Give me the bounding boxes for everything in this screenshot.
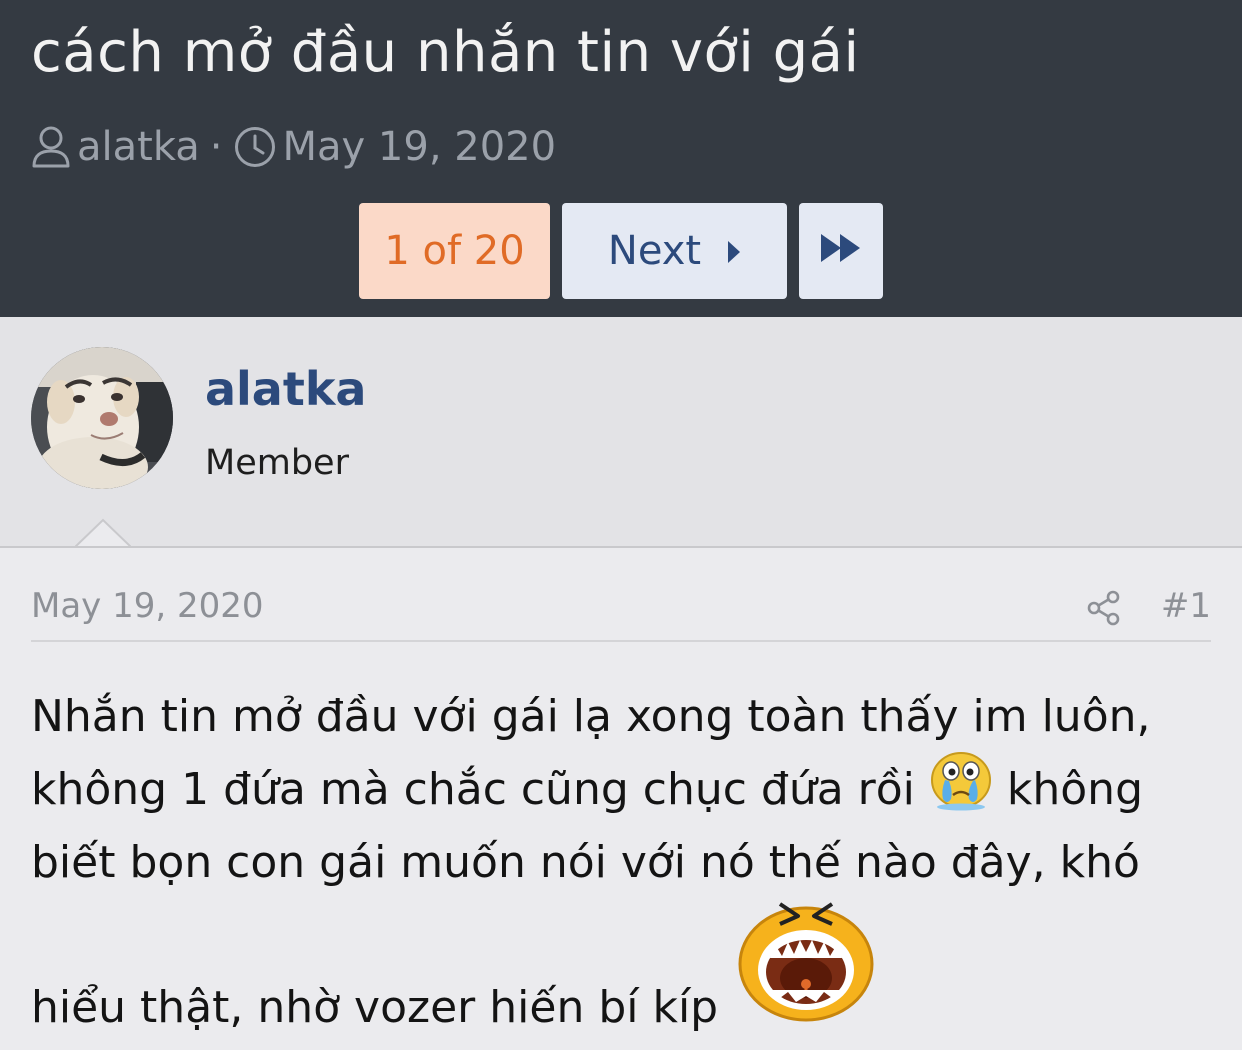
page-jump-button[interactable]: 1 of 20 <box>359 203 550 299</box>
thread-header: cách mở đầu nhắn tin với gái alatka · Ma… <box>0 0 1242 317</box>
shouting-smiley-icon <box>736 898 876 1044</box>
post-line: biết bọn con gái muốn nói với nó thế nào… <box>31 837 1140 888</box>
post-date-link[interactable]: May 19, 2020 <box>31 586 264 626</box>
post-user-block: alatka Member <box>0 317 1242 547</box>
post-username[interactable]: alatka <box>205 362 366 416</box>
crying-smiley-icon <box>927 747 995 833</box>
post-line: Nhắn tin mở đầu với gái lạ xong toàn thấ… <box>31 691 1151 742</box>
thread-author-link[interactable]: alatka <box>77 124 200 170</box>
post-header-rule <box>31 640 1211 642</box>
post-line-text: không 1 đứa mà chắc cũng chục đứa rồi <box>31 764 915 815</box>
next-page-button[interactable]: Next <box>562 203 787 299</box>
next-label: Next <box>607 228 702 274</box>
thread-date-link[interactable]: May 19, 2020 <box>283 124 557 170</box>
thread-meta: alatka · May 19, 2020 <box>31 122 556 172</box>
share-icon[interactable] <box>1087 590 1121 630</box>
post-body: Nhắn tin mở đầu với gái lạ xong toàn thấ… <box>31 680 1211 1044</box>
meta-separator: · <box>209 124 223 170</box>
user-title: Member <box>205 443 349 483</box>
thread-title: cách mở đầu nhắn tin với gái <box>31 20 860 85</box>
caret-right-icon <box>727 228 741 274</box>
post-line: hiểu thật, nhờ vozer hiến bí kíp <box>31 982 719 1033</box>
pagination: 1 of 20 Next <box>359 203 883 299</box>
user-block-divider <box>0 546 1242 548</box>
post-number-link[interactable]: #1 <box>1161 586 1211 626</box>
avatar[interactable] <box>31 347 173 489</box>
clock-icon <box>233 125 277 169</box>
user-arrow <box>75 518 131 548</box>
post-line-text: không <box>1006 764 1143 815</box>
last-page-button[interactable] <box>799 203 883 299</box>
fast-forward-icon <box>819 228 863 274</box>
post-line: không 1 đứa mà chắc cũng chục đứa rồi kh… <box>31 751 1211 826</box>
user-icon <box>31 125 71 169</box>
